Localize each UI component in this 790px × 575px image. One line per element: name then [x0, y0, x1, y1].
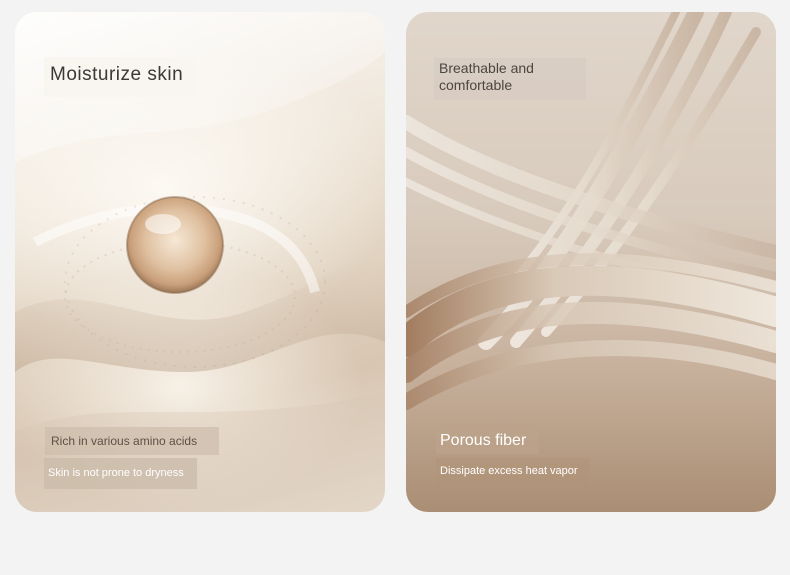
- card-caption: Dissipate excess heat vapor: [440, 465, 578, 477]
- moisturize-card: Moisturize skin Rich in various amino ac…: [15, 12, 385, 512]
- card-subtitle: Rich in various amino acids: [51, 434, 198, 448]
- card-title: Moisturize skin: [50, 64, 184, 85]
- card-subtitle: Porous fiber: [440, 432, 527, 449]
- card-caption: Skin is not prone to dryness: [48, 467, 184, 479]
- breathable-card: Breathable and comfortable Porous fiber …: [406, 12, 776, 512]
- card-title: Breathable and comfortable: [439, 60, 534, 93]
